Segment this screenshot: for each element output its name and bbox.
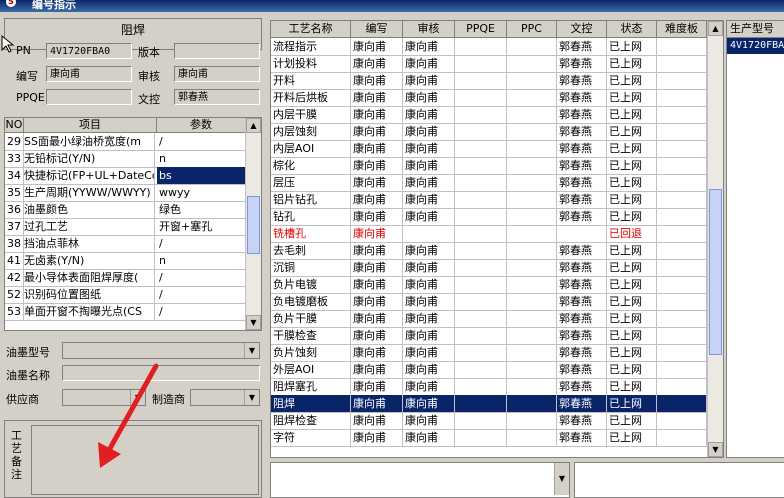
cursor-icon [1,34,15,53]
annotation-overlay [1,34,159,468]
red-arrow-icon [98,363,159,468]
